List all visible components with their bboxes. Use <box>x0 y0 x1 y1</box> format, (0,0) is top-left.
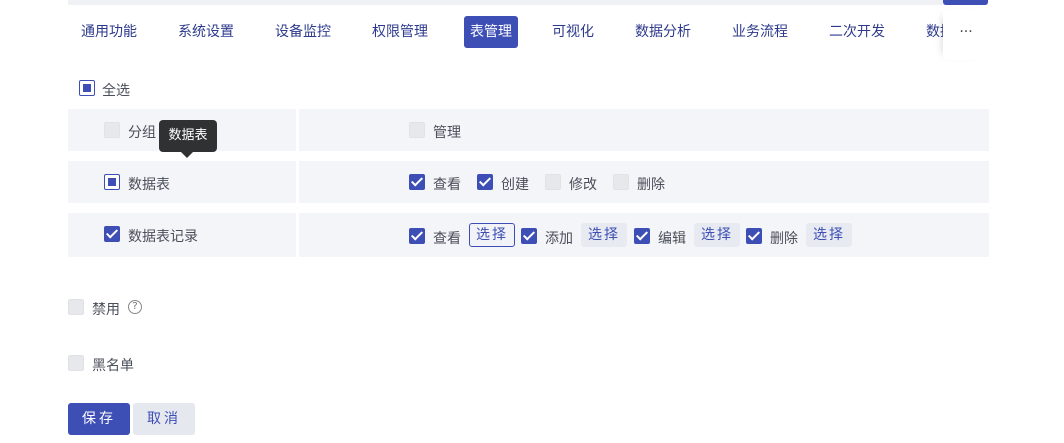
record-delete-checkbox[interactable] <box>746 228 762 244</box>
tooltip: 数据表 <box>159 120 217 158</box>
table-edit-checkbox[interactable] <box>545 174 561 190</box>
group-manage-label: 管理 <box>433 125 461 141</box>
table-delete-checkbox[interactable] <box>613 174 629 190</box>
table-create-checkbox[interactable] <box>477 174 493 190</box>
tab-bar: 通用功能 系统设置 设备监控 权限管理 表管理 可视化 数据分析 业务流程 二次… <box>68 16 943 50</box>
table-view-checkbox[interactable] <box>409 174 425 190</box>
select-all-label: 全选 <box>102 83 130 99</box>
tab-permission[interactable]: 权限管理 <box>366 16 434 48</box>
table-edit-label: 修改 <box>569 177 597 193</box>
row-table-left <box>68 161 296 203</box>
tab-general[interactable]: 通用功能 <box>75 16 143 48</box>
record-edit-select-button[interactable]: 选择 <box>694 223 740 247</box>
record-edit-label: 编辑 <box>658 231 686 247</box>
record-delete-label: 删除 <box>770 231 798 247</box>
tab-table-management[interactable]: 表管理 <box>464 16 518 48</box>
help-icon[interactable]: ? <box>128 300 142 314</box>
record-edit-checkbox[interactable] <box>634 228 650 244</box>
record-add-label: 添加 <box>545 231 573 247</box>
tab-secondary-dev[interactable]: 二次开发 <box>823 16 891 48</box>
record-label: 数据表记录 <box>128 229 198 245</box>
save-button[interactable]: 保存 <box>68 403 130 435</box>
record-view-select-button[interactable]: 选择 <box>469 223 515 247</box>
record-add-select-button[interactable]: 选择 <box>581 223 627 247</box>
disable-label: 禁用 <box>92 302 120 318</box>
disable-checkbox[interactable] <box>68 299 84 315</box>
tab-data-overflow[interactable]: 数据 <box>920 16 943 48</box>
tab-data-analysis[interactable]: 数据分析 <box>629 16 697 48</box>
table-create-label: 创建 <box>501 177 529 193</box>
tab-visualization[interactable]: 可视化 <box>546 16 600 48</box>
record-checkbox[interactable] <box>104 226 120 242</box>
tab-system-settings[interactable]: 系统设置 <box>172 16 240 48</box>
tab-workflow[interactable]: 业务流程 <box>726 16 794 48</box>
tabs-more-button[interactable]: ··· <box>943 10 989 60</box>
record-view-label: 查看 <box>433 231 461 247</box>
table-checkbox[interactable] <box>104 174 120 190</box>
record-delete-select-button[interactable]: 选择 <box>806 223 852 247</box>
blacklist-checkbox[interactable] <box>68 355 84 371</box>
table-view-label: 查看 <box>433 177 461 193</box>
row-group-right <box>299 109 989 151</box>
select-all-checkbox[interactable] <box>79 80 95 96</box>
group-label: 分组 <box>128 125 156 141</box>
cancel-button[interactable]: 取消 <box>133 403 195 435</box>
group-manage-checkbox[interactable] <box>409 122 425 138</box>
table-delete-label: 删除 <box>637 177 665 193</box>
blacklist-label: 黑名单 <box>92 358 134 374</box>
top-bar <box>68 0 988 5</box>
record-add-checkbox[interactable] <box>521 228 537 244</box>
tab-device-monitor[interactable]: 设备监控 <box>269 16 337 48</box>
top-bar-accent <box>943 0 988 5</box>
table-label: 数据表 <box>128 177 170 193</box>
record-view-checkbox[interactable] <box>409 228 425 244</box>
group-checkbox[interactable] <box>104 122 120 138</box>
